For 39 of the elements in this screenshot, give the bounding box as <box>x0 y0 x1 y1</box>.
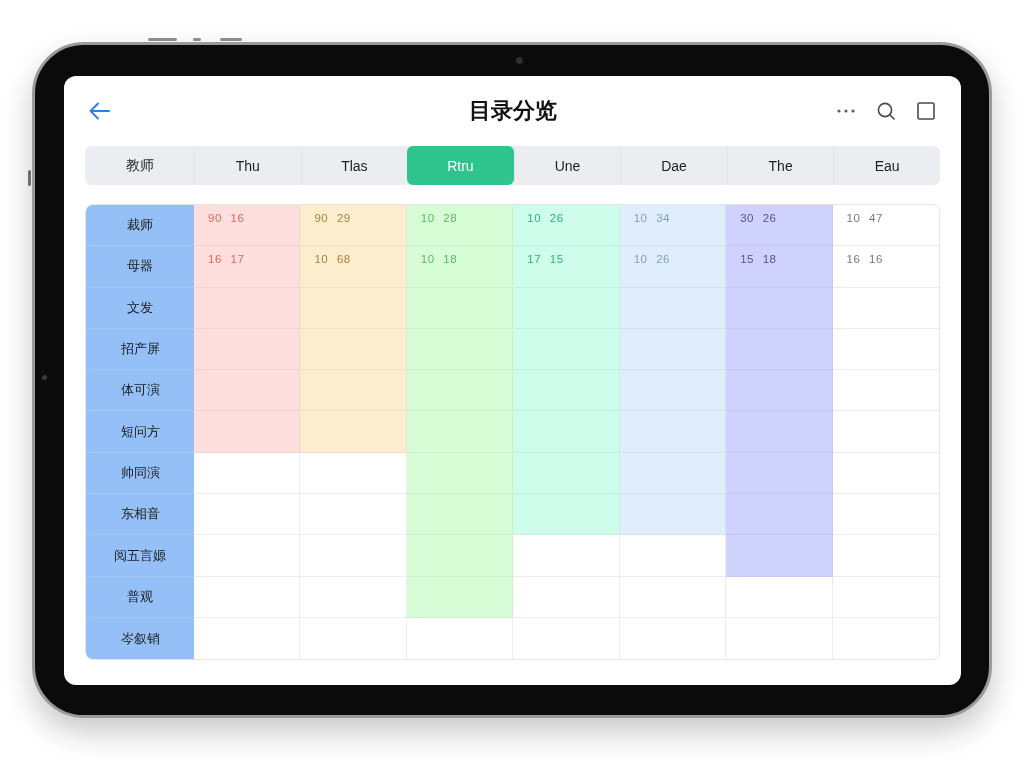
page-title: 目录分览 <box>468 97 557 125</box>
row-header: 招产屏 <box>86 328 194 371</box>
search-icon[interactable] <box>877 102 895 120</box>
table-cell: 30 26 <box>726 205 833 247</box>
tab[interactable]: Eau <box>833 146 940 185</box>
tab[interactable]: Dae <box>620 146 727 185</box>
row-header: 普观 <box>86 576 194 618</box>
row-header: 帅同演 <box>86 452 194 495</box>
sensor-dot-icon <box>42 375 47 380</box>
row-header: 体可演 <box>86 370 194 412</box>
table-cell: 90 16 <box>194 205 301 247</box>
table-cell: 10 26 <box>619 246 727 288</box>
table-cell: 15 18 <box>726 246 833 288</box>
table-cell: 90 29 <box>300 205 407 247</box>
row-header: 岑叙销 <box>86 617 194 660</box>
tab[interactable]: 教师 <box>85 146 194 185</box>
row-header: 母器 <box>86 246 194 288</box>
row-header: 短问方 <box>86 411 194 453</box>
table-cell: 10 26 <box>513 205 620 247</box>
square-icon[interactable] <box>917 102 935 120</box>
table-cell: 10 34 <box>619 205 727 247</box>
more-icon[interactable] <box>837 109 855 113</box>
back-arrow-icon[interactable] <box>88 102 110 120</box>
row-header: 文发 <box>86 287 194 329</box>
table-cell: 10 18 <box>406 246 514 288</box>
tab[interactable]: Thu <box>194 146 301 185</box>
camera-icon <box>516 57 523 64</box>
table-cell: 10 47 <box>832 205 939 247</box>
tab[interactable]: Une <box>513 146 621 185</box>
table-cell: 16 17 <box>194 246 301 288</box>
table-cell: 10 68 <box>300 246 407 288</box>
table-cell: 17 15 <box>513 246 620 288</box>
row-header: 裁师 <box>86 205 194 247</box>
hardware-button[interactable] <box>28 170 31 186</box>
table-cell: 10 28 <box>406 205 514 247</box>
tab[interactable]: The <box>726 146 834 185</box>
row-header: 东相音 <box>86 494 194 536</box>
hardware-button[interactable] <box>193 38 201 41</box>
row-header: 阅五言嫄 <box>86 535 194 577</box>
